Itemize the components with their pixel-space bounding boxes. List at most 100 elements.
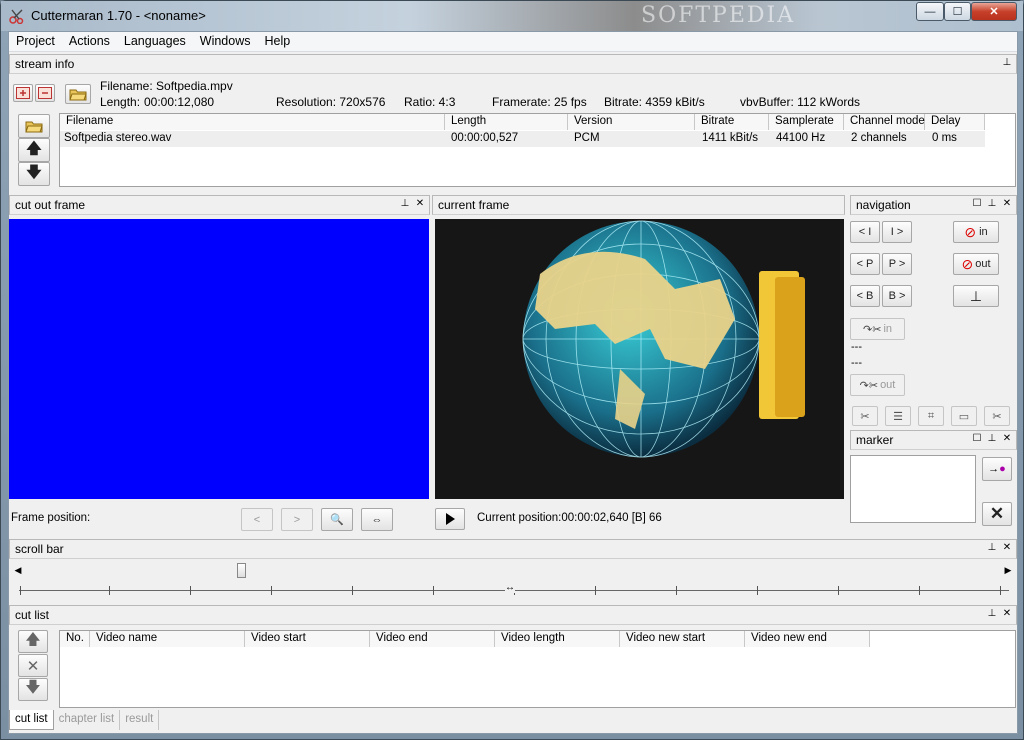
next-p-frame-button[interactable]: P > <box>882 253 912 275</box>
cut-col-no[interactable]: No. <box>60 631 90 647</box>
current-frame-title: current frame <box>438 198 510 212</box>
chapter-button[interactable]: ⌗ <box>918 406 944 426</box>
prev-p-frame-button[interactable]: < P <box>850 253 880 275</box>
cut-col-video-name[interactable]: Video name <box>90 631 245 647</box>
move-cut-up-button[interactable]: 🡅 <box>18 630 48 653</box>
goto-cut-out-button[interactable]: ↷✂ out <box>850 374 905 396</box>
delete-marker-button[interactable]: ✕ <box>982 502 1012 526</box>
playhead-marker-icon[interactable]: ↔ <box>505 582 515 593</box>
next-i-frame-button[interactable]: I > <box>882 221 912 243</box>
cut-button[interactable]: ✂ <box>984 406 1010 426</box>
cut-col-video-new-start[interactable]: Video new start <box>620 631 745 647</box>
no-entry-icon: ⊘ <box>961 255 974 272</box>
close-icon[interactable]: ✕ <box>1002 198 1012 209</box>
menu-languages[interactable]: Languages <box>117 32 193 51</box>
ruler-tick <box>20 586 21 595</box>
minimize-icon: — <box>924 5 936 18</box>
delete-cut-button[interactable]: ✕ <box>18 654 48 677</box>
close-icon[interactable]: ✕ <box>1002 433 1012 444</box>
close-icon[interactable]: ✕ <box>1002 608 1012 619</box>
pin-icon[interactable]: ⊥ <box>987 433 997 444</box>
restore-icon[interactable]: ☐ <box>972 433 982 444</box>
pin-icon[interactable]: ⊥ <box>987 608 997 619</box>
move-audio-down-button[interactable]: 🡇 <box>18 162 50 186</box>
audio-col-filename[interactable]: Filename <box>60 114 445 130</box>
move-audio-up-button[interactable]: 🡅 <box>18 138 50 162</box>
minimize-button[interactable]: — <box>916 2 944 21</box>
cut-list-header: cut list ⊥ ✕ <box>9 605 1017 625</box>
pin-icon[interactable]: ⊥ <box>987 198 997 209</box>
audio-col-bitrate[interactable]: Bitrate <box>695 114 769 130</box>
list-button[interactable]: ☰ <box>885 406 911 426</box>
scroll-right-arrow-icon[interactable]: ▶ <box>1001 562 1015 579</box>
close-icon: ✕ <box>989 6 999 18</box>
add-video-button[interactable] <box>13 84 33 102</box>
close-icon: ✕ <box>989 504 1005 523</box>
menu-project[interactable]: Project <box>9 32 62 51</box>
cut-col-video-length[interactable]: Video length <box>495 631 620 647</box>
add-cut-button[interactable]: ⊥ <box>953 285 999 307</box>
prev-i-frame-button[interactable]: < I <box>850 221 880 243</box>
frame-prev-button[interactable]: < <box>241 508 273 531</box>
close-icon[interactable]: ✕ <box>1002 542 1012 553</box>
close-icon[interactable]: ✕ <box>415 198 425 209</box>
video-ratio: Ratio: 4:3 <box>404 95 456 109</box>
cut-list-title: cut list <box>15 608 50 622</box>
cut-col-video-start[interactable]: Video start <box>245 631 370 647</box>
app-window: Cuttermaran 1.70 - <noname> SOFTPEDIA — … <box>0 0 1024 740</box>
set-in-button[interactable]: ⊘ in <box>953 221 999 243</box>
remove-video-button[interactable] <box>35 84 55 102</box>
menu-help[interactable]: Help <box>258 32 298 51</box>
tab-result[interactable]: result <box>120 710 160 730</box>
frame-next-button[interactable]: > <box>281 508 313 531</box>
audio-col-length[interactable]: Length <box>445 114 568 130</box>
arrow-marker-icon: →● <box>988 463 1006 475</box>
tab-cut-list[interactable]: cut list <box>9 710 54 730</box>
maximize-button[interactable]: ☐ <box>944 2 971 21</box>
list-icon: ☰ <box>893 410 903 423</box>
close-button[interactable]: ✕ <box>971 2 1017 21</box>
move-cut-down-button[interactable]: 🡇 <box>18 678 48 701</box>
maximize-icon: ☐ <box>952 6 963 18</box>
add-video-icon <box>16 87 30 99</box>
softpedia-watermark: SOFTPEDIA <box>641 3 796 28</box>
scroll-thumb[interactable] <box>237 563 246 578</box>
restore-icon[interactable]: ☐ <box>972 198 982 209</box>
audio-col-channel-mode[interactable]: Channel mode <box>844 114 925 130</box>
pin-icon[interactable]: ⊥ <box>400 198 410 209</box>
menu-windows[interactable]: Windows <box>193 32 258 51</box>
cut-col-video-new-end[interactable]: Video new end <box>745 631 870 647</box>
fit-frame-button[interactable]: ⇔ <box>361 508 393 531</box>
play-icon <box>446 513 455 525</box>
tab-chapter-list[interactable]: chapter list <box>54 710 121 730</box>
menu-bar: Project Actions Languages Windows Help <box>9 32 1017 52</box>
marker-list[interactable] <box>850 455 976 523</box>
add-marker-button[interactable]: →● <box>982 457 1012 481</box>
zoom-button[interactable]: 🔍 <box>321 508 353 531</box>
audio-col-samplerate[interactable]: Samplerate <box>769 114 844 130</box>
scissors-button[interactable]: ✂ <box>852 406 878 426</box>
menu-actions[interactable]: Actions <box>62 32 117 51</box>
next-b-frame-button[interactable]: B > <box>882 285 912 307</box>
position-scrollbar[interactable]: ◀ ▶ <box>11 562 1015 579</box>
audio-bitrate-cell: 1411 kBit/s <box>702 132 759 144</box>
monitor-button[interactable]: ▭ <box>951 406 977 426</box>
prev-b-frame-button[interactable]: < B <box>850 285 880 307</box>
scroll-left-arrow-icon[interactable]: ◀ <box>11 562 25 579</box>
open-audio-button[interactable] <box>18 114 50 138</box>
pin-icon[interactable]: ⊥ <box>1002 57 1012 68</box>
audio-channel-mode-cell: 2 channels <box>851 132 907 144</box>
rotate-scissors-icon: ↷✂ <box>859 379 879 392</box>
table-row[interactable]: Softpedia stereo.wav 00:00:00,527 PCM 14… <box>60 131 985 147</box>
audio-col-delay[interactable]: Delay <box>925 114 985 130</box>
play-button[interactable] <box>435 508 465 530</box>
cut-col-video-end[interactable]: Video end <box>370 631 495 647</box>
title-bar[interactable]: Cuttermaran 1.70 - <noname> SOFTPEDIA — … <box>1 1 1023 31</box>
pin-icon[interactable]: ⊥ <box>987 542 997 553</box>
audio-col-version[interactable]: Version <box>568 114 695 130</box>
navigation-header: navigation ☐ ⊥ ✕ <box>850 195 1017 215</box>
set-out-button[interactable]: ⊘ out <box>953 253 999 275</box>
goto-cut-in-button[interactable]: ↷✂ in <box>850 318 905 340</box>
marker-header: marker ☐ ⊥ ✕ <box>850 430 1017 450</box>
open-video-button[interactable] <box>65 84 91 104</box>
